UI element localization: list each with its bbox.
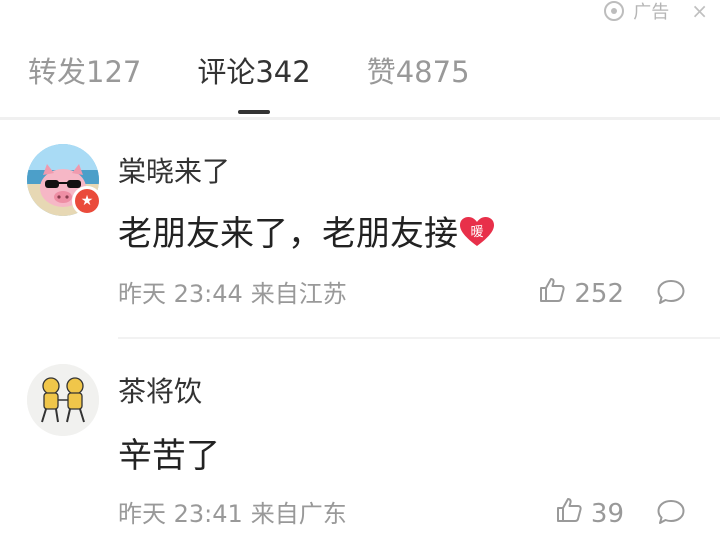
comment-meta: 昨天 23:44 来自江苏	[118, 274, 347, 309]
comment-reply-icon[interactable]	[656, 278, 686, 310]
tab-bar: 转发127 评论342 赞4875	[0, 52, 720, 92]
comment-divider	[118, 337, 720, 339]
comment-text-body: 老朋友来了，老朋友接	[118, 214, 458, 254]
comment-location: 来自广东	[250, 500, 347, 528]
like-count: 39	[590, 498, 624, 529]
comment-username[interactable]: 棠晓来了	[118, 150, 230, 190]
comment-time: 昨天 23:41	[118, 500, 243, 528]
ad-close-button[interactable]: ×	[691, 0, 708, 23]
tab-comments[interactable]: 评论342	[197, 52, 310, 92]
comment-location: 来自江苏	[250, 280, 347, 308]
comment-time: 昨天 23:44	[118, 280, 243, 308]
ad-indicator: 广告 ×	[603, 0, 708, 23]
star-icon: ★	[72, 186, 102, 216]
comment-reply-icon[interactable]	[656, 498, 686, 530]
thumbs-up-icon	[555, 496, 583, 531]
comment-text: 老朋友来了，老朋友接 暖	[118, 206, 494, 255]
like-count: 252	[574, 278, 624, 309]
like-button[interactable]: 39	[555, 496, 624, 531]
ad-info-icon	[603, 0, 625, 22]
like-button[interactable]: 252	[538, 276, 624, 311]
ad-label: 广告	[633, 2, 670, 23]
comment-item: ★ 棠晓来了 老朋友来了，老朋友接 暖 昨天 23:44 来自江苏 252	[0, 144, 720, 339]
avatar[interactable]	[27, 364, 99, 436]
tab-likes[interactable]: 赞4875	[367, 52, 470, 92]
tabs-divider	[0, 117, 720, 120]
comment-meta: 昨天 23:41 来自广东	[118, 494, 347, 529]
comment-username[interactable]: 茶将饮	[118, 370, 202, 410]
comment-text: 辛苦了	[118, 428, 220, 477]
heart-warm-emoji-icon: 暖	[460, 216, 494, 246]
comment-item: 茶将饮 辛苦了 昨天 23:41 来自广东 39	[0, 364, 720, 553]
thumbs-up-icon	[538, 276, 566, 311]
emoji-label: 暖	[470, 225, 483, 240]
tab-reposts[interactable]: 转发127	[28, 52, 141, 92]
comment-text-body: 辛苦了	[118, 436, 220, 476]
